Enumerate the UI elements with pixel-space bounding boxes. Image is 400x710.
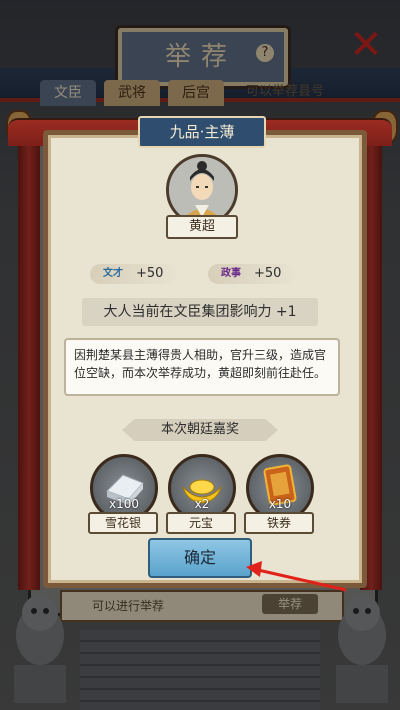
character-name: 黄超 bbox=[166, 215, 238, 239]
reward-label: 雪花银 bbox=[88, 512, 158, 534]
rank-badge: 九品·主薄 bbox=[138, 116, 266, 148]
reward-count: x10 bbox=[268, 497, 292, 511]
official-avatar-icon bbox=[169, 157, 235, 223]
political-stat-value: +50 bbox=[254, 266, 282, 281]
political-stat: 政事 +50 bbox=[208, 264, 296, 284]
literary-stat-value: +50 bbox=[136, 266, 164, 281]
political-stat-icon: 政事 bbox=[221, 268, 241, 279]
literary-stat: 文才 +50 bbox=[90, 264, 178, 284]
reward-header: 本次朝廷嘉奖 bbox=[122, 419, 278, 441]
reward-item-iron-voucher[interactable]: x10 铁券 bbox=[242, 454, 318, 534]
reward-label: 元宝 bbox=[166, 512, 236, 534]
reward-item-yuanbao[interactable]: x2 元宝 bbox=[164, 454, 240, 534]
literary-stat-icon: 文才 bbox=[103, 268, 123, 279]
reward-item-silver[interactable]: x100 雪花银 bbox=[86, 454, 162, 534]
reward-label: 铁券 bbox=[244, 512, 314, 534]
reward-count: x100 bbox=[108, 497, 139, 511]
reward-count: x2 bbox=[194, 497, 210, 511]
story-text: 因荆楚某县主薄得贵人相助，官升三级，造成官位空缺，而本次举荐成功，黄超即刻前往赴… bbox=[64, 338, 340, 396]
confirm-button[interactable]: 确定 bbox=[148, 538, 252, 578]
influence-text: 大人当前在文臣集团影响力 +1 bbox=[82, 298, 318, 326]
